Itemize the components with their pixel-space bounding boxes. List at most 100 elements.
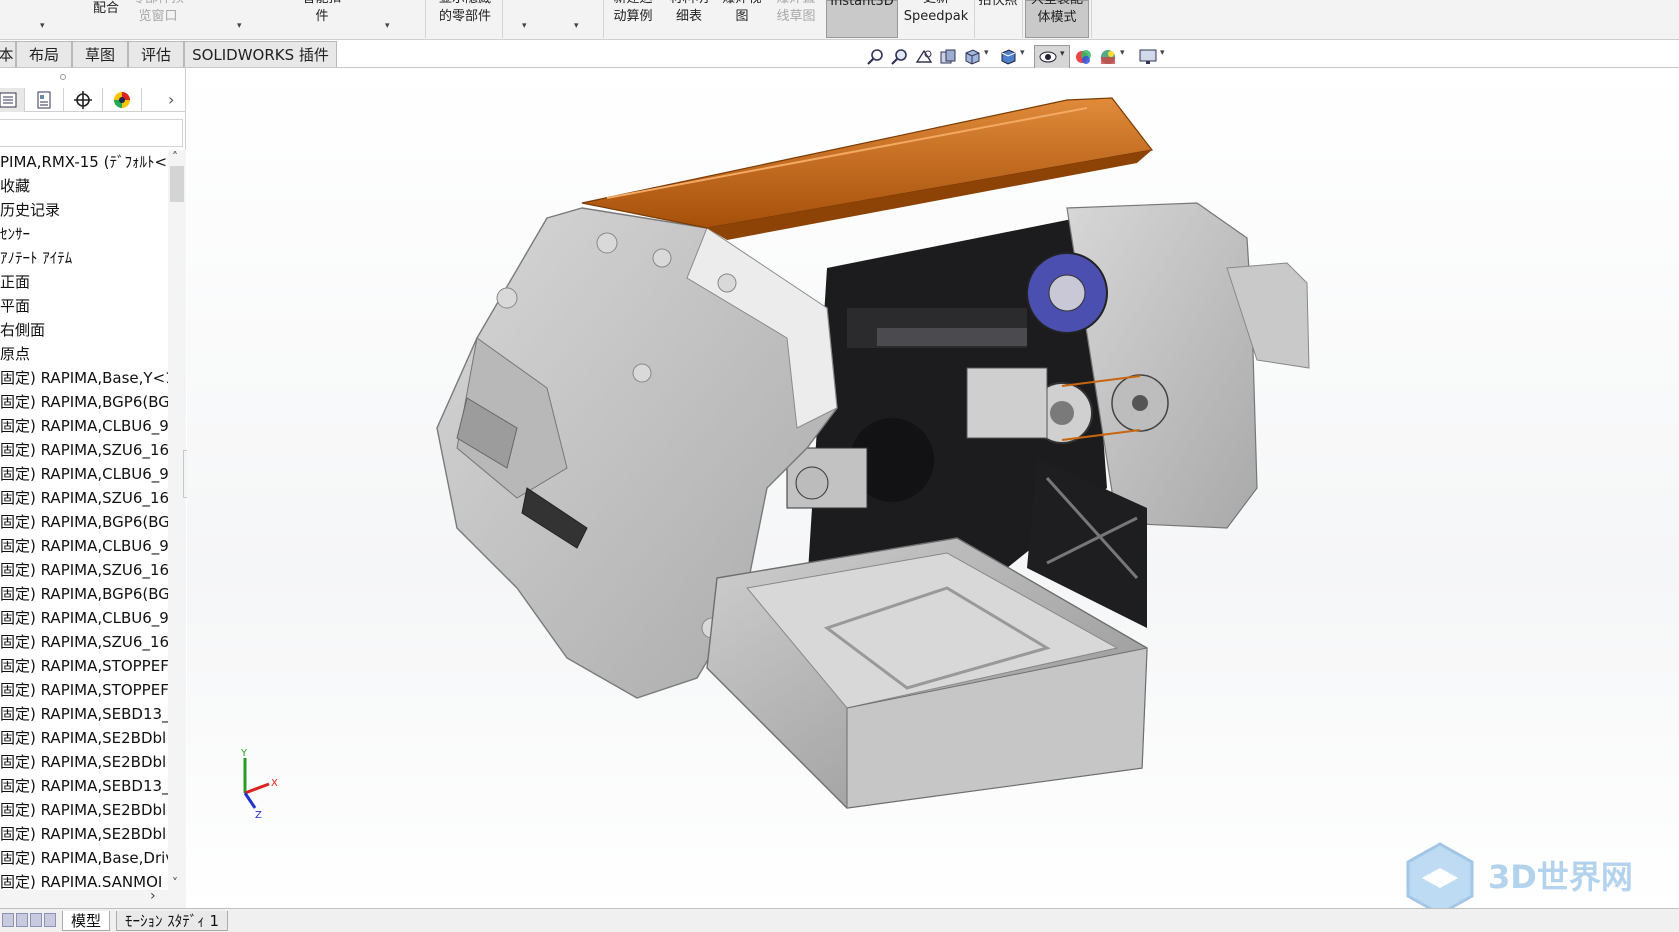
graphics-area[interactable]: Y X Z 3D世界网 — [187, 68, 1679, 916]
large-assembly-mode-label: 大型装配 体模式 — [1031, 0, 1083, 25]
hide-show-items-button[interactable]: ▾ — [1034, 45, 1070, 69]
tree-item-component[interactable]: 固定) RAPIMA,Base,Driv — [0, 846, 168, 870]
tree-item-component[interactable]: 固定) RAPIMA,BGP6(BG — [0, 510, 168, 534]
feature-tree-icon — [0, 92, 17, 108]
edit-appearance-icon[interactable] — [1074, 47, 1094, 67]
tree-filter-input[interactable] — [0, 119, 183, 147]
tab-display-manager[interactable] — [103, 88, 142, 112]
tab-motion-study[interactable]: ﾓｰｼｮﾝ ｽﾀﾃﾞｨ 1 — [116, 911, 229, 931]
assembly-model[interactable] — [187, 68, 1679, 908]
explode-line-sketch-button[interactable]: 爆炸直 线草图 — [768, 0, 824, 38]
tab-feature-tree[interactable] — [0, 88, 25, 112]
instant3d-button[interactable]: Instant3D — [826, 0, 898, 38]
tree-item-component[interactable]: 固定) RAPIMA,Base,Y<1 — [0, 366, 168, 390]
tab-model[interactable]: 模型 — [62, 911, 111, 931]
feature-manager-tabs: › — [0, 88, 186, 112]
zoom-to-fit-icon[interactable] — [866, 47, 886, 67]
tree-item-component[interactable]: 固定) RAPIMA,STOPPEF — [0, 654, 168, 678]
tree-item-favorites[interactable]: 收藏 — [0, 174, 168, 198]
tab-configuration-manager[interactable] — [64, 88, 103, 112]
tab-label: 草图 — [84, 46, 115, 64]
tree-item-top-plane[interactable]: 平面 — [0, 294, 168, 318]
chevron-right-icon[interactable]: › — [150, 888, 156, 904]
chevron-down-icon[interactable]: ▾ — [385, 21, 390, 31]
heads-up-view-toolbar: ▾ ▾ ▾ ▾ ▾ — [862, 45, 1192, 69]
chevron-down-icon[interactable]: ▾ — [984, 48, 989, 58]
large-assembly-mode-button[interactable]: 大型装配 体模式 — [1025, 0, 1089, 38]
tree-item-component[interactable]: 固定) RAPIMA,CLBU6_9 — [0, 534, 168, 558]
tree-item-sensors[interactable]: ｾﾝｻｰ — [0, 222, 168, 246]
tree-item-component[interactable]: 固定) RAPIMA,SE2BDbl — [0, 822, 168, 846]
tab-solidworks-addins[interactable]: SOLIDWORKS 插件 — [184, 41, 337, 67]
exploded-view-button[interactable]: 爆炸视 图 — [718, 0, 766, 38]
view-settings-icon[interactable] — [1138, 47, 1158, 67]
chevron-down-icon[interactable]: ▾ — [1120, 48, 1125, 58]
bottom-tab-bar: 模型 ﾓｰｼｮﾝ ｽﾀﾃﾞｨ 1 — [0, 908, 1679, 932]
tree-horizontal-scrollbar[interactable]: › — [0, 888, 186, 908]
view-orientation-icon[interactable] — [962, 47, 982, 67]
tree-item-annotations[interactable]: ｱﾉﾃｰﾄ ｱｲﾃﾑ — [0, 246, 168, 270]
tab-label: 模型 — [71, 912, 102, 930]
last-tab-nav-button[interactable] — [44, 913, 56, 927]
tree-item-component[interactable]: 固定) RAPIMA,SE2BDbl — [0, 726, 168, 750]
tab-property-manager[interactable] — [25, 88, 64, 112]
tree-item-front-plane[interactable]: 正面 — [0, 270, 168, 294]
tree-item-component[interactable]: 固定) RAPIMA,CLBU6_9 — [0, 414, 168, 438]
first-tab-nav-button[interactable] — [2, 913, 14, 927]
tree-item-component[interactable]: 固定) RAPIMA,STOPPEF — [0, 678, 168, 702]
tree-item-component[interactable]: 固定) RAPIMA,SEBD13_ — [0, 774, 168, 798]
show-hidden-components-label: 显示隐藏 的零部件 — [438, 0, 491, 24]
tree-item-component[interactable]: 固定) RAPIMA,SZU6_16 — [0, 486, 168, 510]
take-snapshot-button[interactable]: 拍快照 — [976, 0, 1020, 38]
scrollbar-thumb[interactable] — [170, 166, 184, 202]
chevron-right-icon[interactable]: › — [168, 90, 174, 109]
tree-item-component[interactable]: 固定) RAPIMA,SEBD13_ — [0, 702, 168, 726]
tree-vertical-scrollbar[interactable]: ˄ ˅ — [168, 150, 186, 890]
apply-scene-icon[interactable] — [1098, 47, 1118, 67]
zoom-area-icon[interactable] — [890, 47, 910, 67]
panel-grip-handle[interactable] — [60, 74, 66, 80]
tree-item-component[interactable]: 固定) RAPIMA,CLBU6_9 — [0, 606, 168, 630]
tab-sketch[interactable]: 草图 — [72, 41, 128, 67]
tree-item-origin[interactable]: 原点 — [0, 342, 168, 366]
component-preview-button[interactable]: 零部件预 览窗口 — [126, 0, 190, 38]
chevron-down-icon[interactable]: ▾ — [1020, 48, 1025, 58]
tree-item-component[interactable]: 固定) RAPIMA,SE2BDbl — [0, 798, 168, 822]
tab-evaluate[interactable]: 评估 — [128, 41, 184, 67]
tab-assembly[interactable]: 本 — [0, 41, 16, 67]
next-tab-nav-button[interactable] — [30, 913, 42, 927]
mate-button[interactable]: 配合 — [86, 0, 126, 38]
tree-item-component[interactable]: 固定) RAPIMA,BGP6(BG — [0, 582, 168, 606]
smart-fasteners-button[interactable]: 智能扣 件 — [294, 0, 350, 38]
x-axis-label: X — [271, 778, 278, 789]
chevron-down-icon[interactable]: ˅ — [172, 876, 178, 890]
exploded-view-label: 爆炸视 图 — [722, 0, 761, 24]
chevron-down-icon[interactable]: ▾ — [522, 21, 527, 31]
tree-item-history[interactable]: 历史记录 — [0, 198, 168, 222]
prev-tab-nav-button[interactable] — [16, 913, 28, 927]
bill-of-materials-button[interactable]: 材料明 细表 — [662, 0, 716, 38]
tree-item-right-plane[interactable]: 右側面 — [0, 318, 168, 342]
update-speedpak-button[interactable]: 更新 Speedpak — [900, 0, 972, 38]
chevron-up-icon[interactable]: ˄ — [172, 150, 178, 164]
tab-layout[interactable]: 布局 — [16, 41, 72, 67]
ribbon-divider — [502, 0, 503, 38]
new-motion-study-button[interactable]: 新建运 动算例 — [607, 0, 659, 38]
tree-item-component[interactable]: 固定) RAPIMA,SE2BDbl — [0, 750, 168, 774]
tree-item-component[interactable]: 固定) RAPIMA,SZU6_16 — [0, 558, 168, 582]
tree-root-assembly[interactable]: PIMA,RMX-15 (ﾃﾞﾌｫﾙﾄ< — [0, 150, 168, 174]
chevron-down-icon[interactable]: ▾ — [237, 21, 242, 31]
section-view-icon[interactable] — [938, 47, 958, 67]
tree-item-component[interactable]: 固定) RAPIMA,CLBU6_9 — [0, 462, 168, 486]
chevron-down-icon[interactable]: ▾ — [40, 21, 45, 31]
previous-view-icon[interactable] — [914, 47, 934, 67]
mate-label: 配合 — [92, 1, 119, 16]
chevron-down-icon[interactable]: ▾ — [574, 21, 579, 31]
tree-item-component[interactable]: 固定) RAPIMA,BGP6(BG — [0, 390, 168, 414]
tree-item-component[interactable]: 固定) RAPIMA.SANMOI — [0, 870, 168, 890]
tree-item-component[interactable]: 固定) RAPIMA,SZU6_16 — [0, 630, 168, 654]
tree-item-component[interactable]: 固定) RAPIMA,SZU6_16 — [0, 438, 168, 462]
chevron-down-icon[interactable]: ▾ — [1160, 48, 1165, 58]
show-hidden-components-button[interactable]: 显示隐藏 的零部件 — [432, 0, 498, 38]
display-style-icon[interactable] — [998, 47, 1018, 67]
